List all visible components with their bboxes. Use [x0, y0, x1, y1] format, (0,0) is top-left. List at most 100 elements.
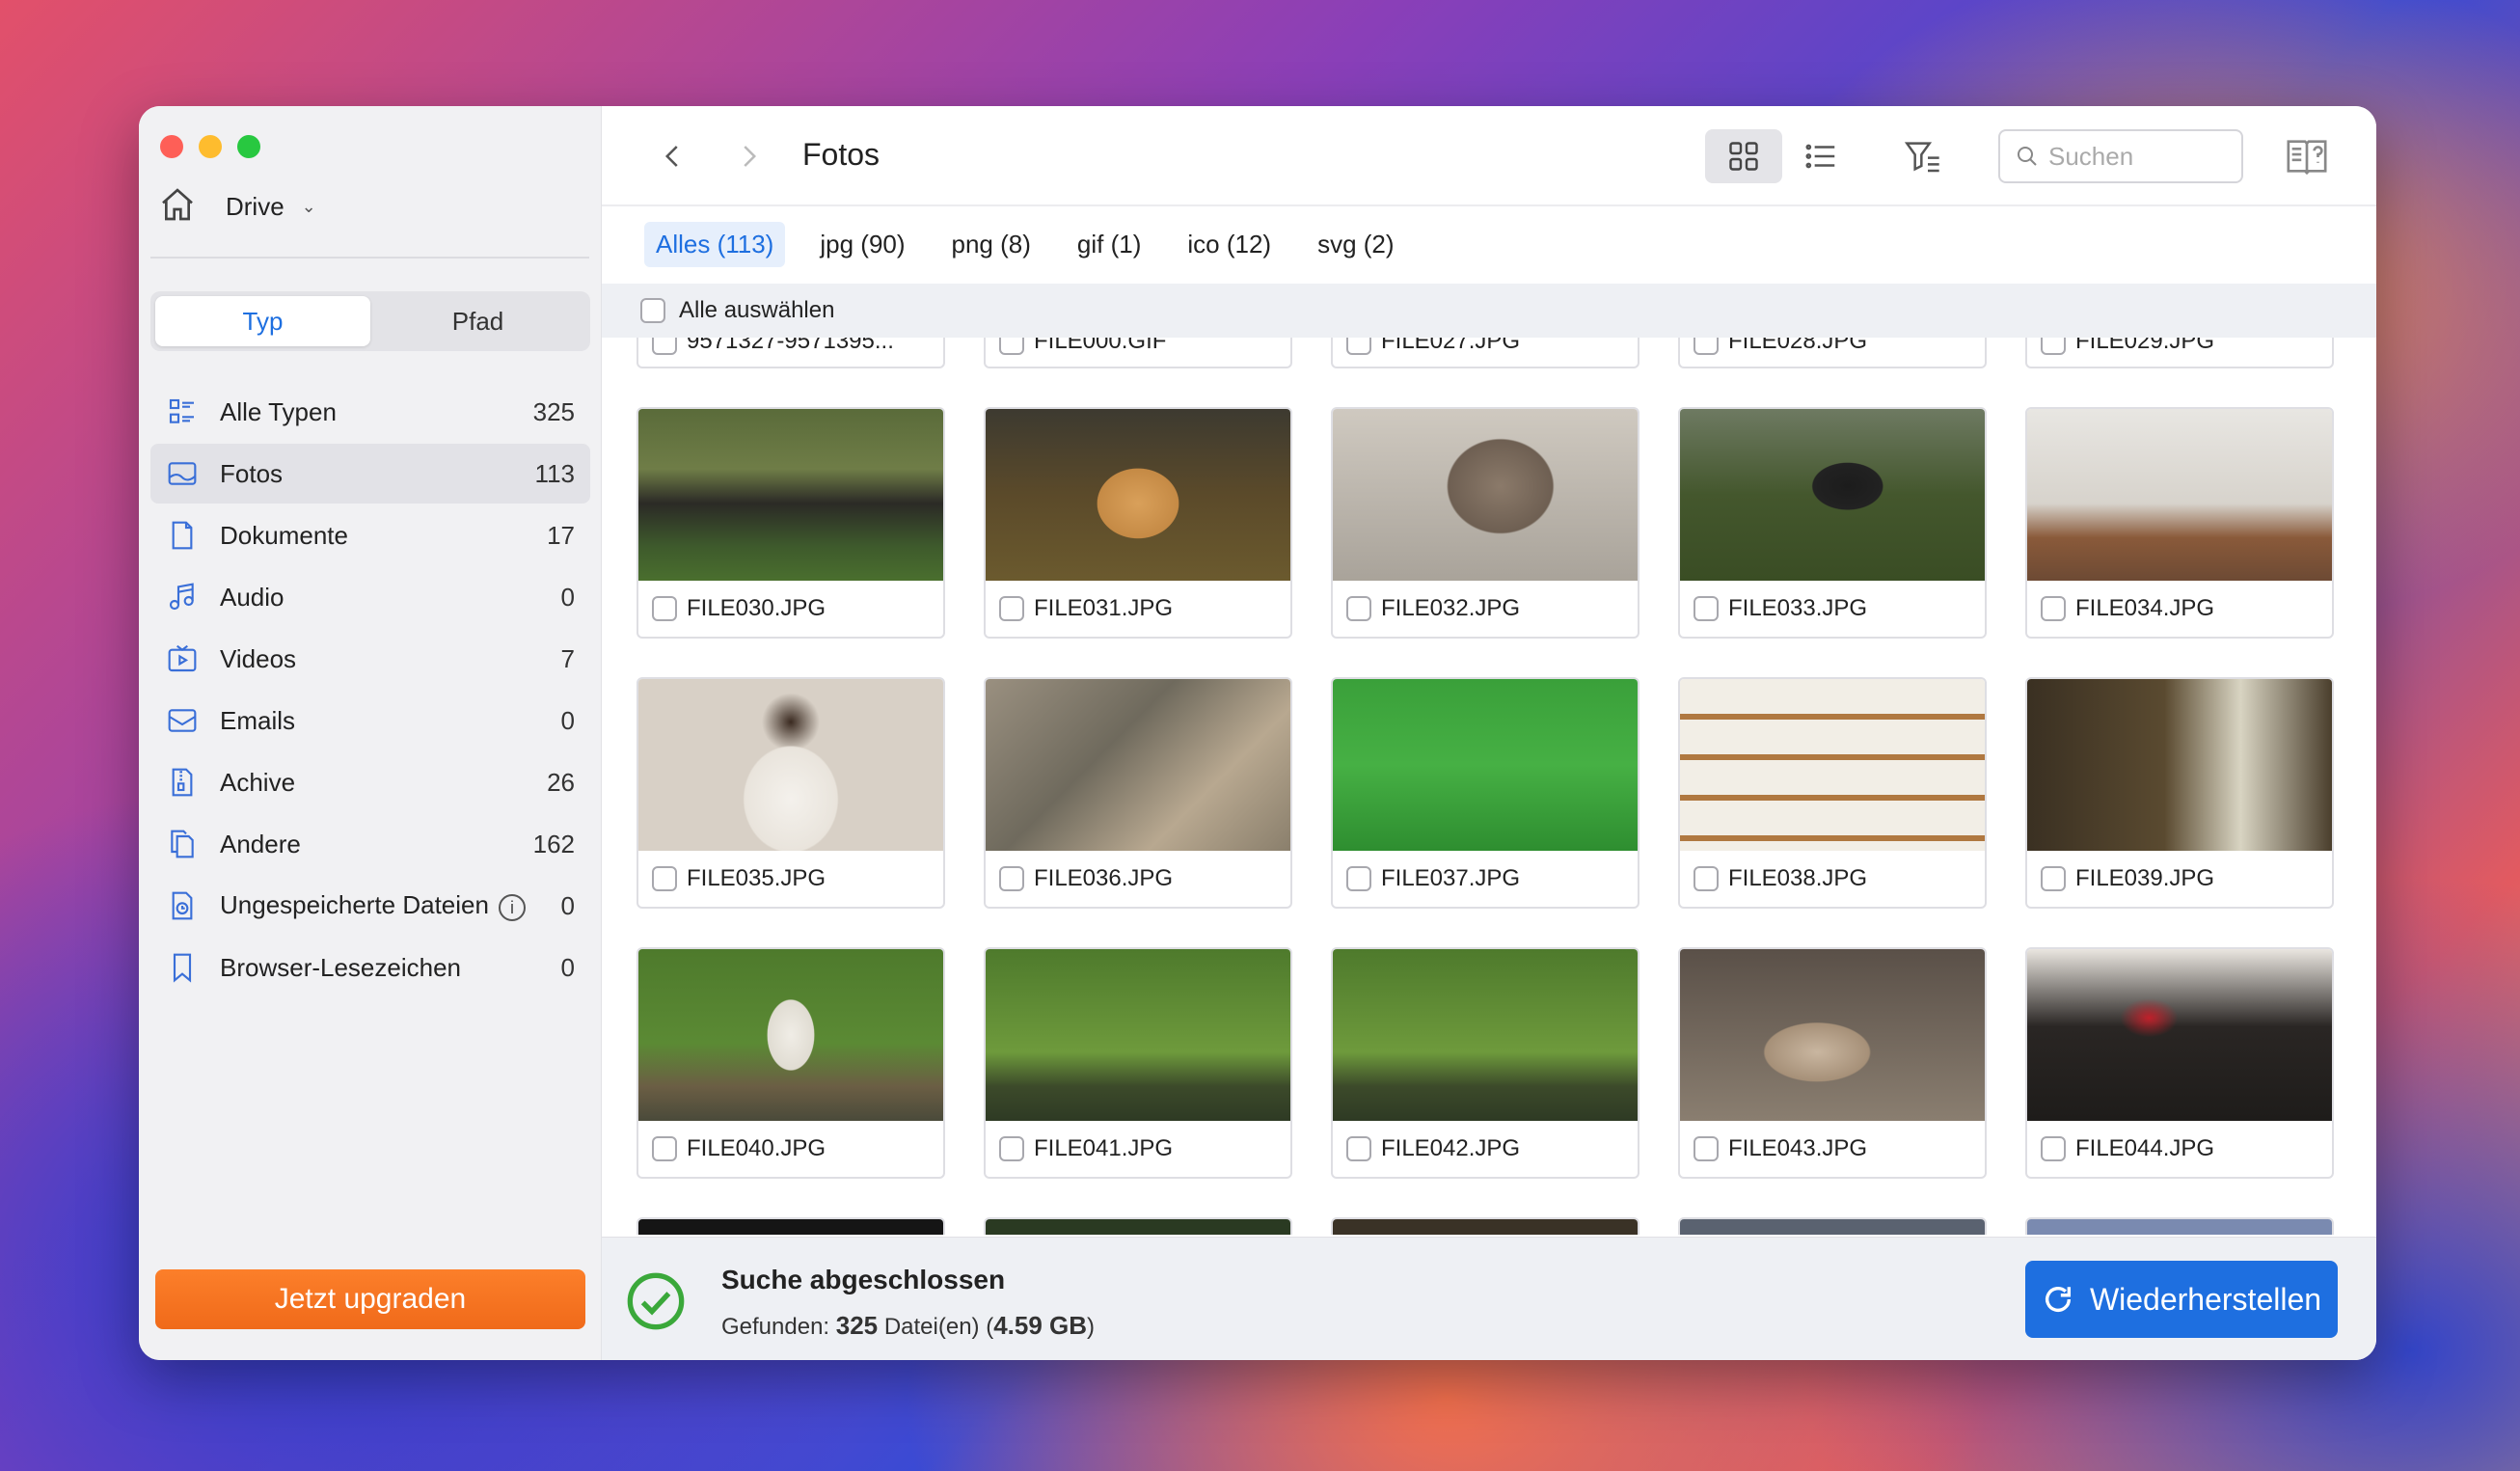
category-other[interactable]: Andere 162 — [150, 814, 590, 874]
toolbar: Fotos — [602, 106, 2376, 206]
photo-thumbnail — [638, 679, 943, 851]
category-audio[interactable]: Audio 0 — [150, 567, 590, 627]
tab-ico[interactable]: ico (12) — [1176, 222, 1283, 267]
category-count: 17 — [547, 520, 575, 550]
file-card[interactable]: FILE033.JPG — [1678, 407, 1987, 639]
file-checkbox[interactable] — [1694, 596, 1719, 621]
file-card[interactable]: FILE035.JPG — [637, 677, 945, 909]
file-card[interactable]: FILE030.JPG — [637, 407, 945, 639]
segment-type[interactable]: Typ — [155, 296, 370, 346]
category-videos[interactable]: Videos 7 — [150, 629, 590, 689]
file-card[interactable]: FILE027.JPG — [1331, 338, 1639, 368]
search-field[interactable] — [1998, 129, 2243, 183]
file-card[interactable] — [984, 1217, 1292, 1235]
file-card[interactable] — [1331, 1217, 1639, 1235]
file-checkbox[interactable] — [2041, 1136, 2066, 1161]
category-archives[interactable]: Achive 26 — [150, 752, 590, 812]
app-window: Drive ⌄ Typ Pfad Alle Typen 325 Fotos 11… — [139, 106, 2376, 1360]
file-checkbox[interactable] — [1346, 338, 1371, 355]
file-card[interactable]: FILE040.JPG — [637, 947, 945, 1179]
file-card[interactable]: FILE038.JPG — [1678, 677, 1987, 909]
file-name: FILE031.JPG — [1034, 595, 1174, 621]
file-card[interactable]: FILE036.JPG — [984, 677, 1292, 909]
help-book-button[interactable] — [2280, 129, 2334, 183]
tab-gif[interactable]: gif (1) — [1066, 222, 1152, 267]
info-icon[interactable]: i — [498, 894, 526, 922]
file-card[interactable]: FILE043.JPG — [1678, 947, 1987, 1179]
file-card[interactable]: FILE044.JPG — [2025, 947, 2334, 1179]
file-card[interactable]: FILE042.JPG — [1331, 947, 1639, 1179]
category-browser-bookmarks[interactable]: Browser-Lesezeichen 0 — [150, 938, 590, 997]
photo-thumbnail — [1333, 1219, 1638, 1235]
tab-jpg[interactable]: jpg (90) — [808, 222, 916, 267]
tab-svg[interactable]: svg (2) — [1306, 222, 1405, 267]
grid-row: 9571327-9571395... FILE000.GIF FILE027.J… — [637, 338, 2344, 368]
drive-label[interactable]: Drive — [226, 192, 285, 222]
file-checkbox[interactable] — [1346, 1136, 1371, 1161]
file-card[interactable] — [637, 1217, 945, 1235]
forward-button[interactable] — [727, 135, 770, 177]
category-list: Alle Typen 325 Fotos 113 Dokumente 17 Au… — [150, 382, 590, 999]
select-all-checkbox[interactable] — [640, 298, 665, 323]
restore-button[interactable]: Wiederherstellen — [2025, 1261, 2338, 1338]
tab-all[interactable]: Alles (113) — [644, 222, 786, 267]
photo-thumbnail — [986, 409, 1290, 581]
file-name: FILE041.JPG — [1034, 1135, 1174, 1161]
filter-button[interactable] — [1894, 129, 1952, 183]
file-checkbox[interactable] — [652, 1136, 677, 1161]
grid-view-button[interactable] — [1705, 129, 1782, 183]
file-name: FILE035.JPG — [687, 865, 826, 891]
file-card[interactable] — [1678, 1217, 1987, 1235]
file-card[interactable]: 9571327-9571395... — [637, 338, 945, 368]
category-documents[interactable]: Dokumente 17 — [150, 505, 590, 565]
file-checkbox[interactable] — [2041, 338, 2066, 355]
file-card[interactable]: FILE034.JPG — [2025, 407, 2334, 639]
file-card[interactable]: FILE039.JPG — [2025, 677, 2334, 909]
back-button[interactable] — [652, 135, 694, 177]
segment-path[interactable]: Pfad — [370, 296, 585, 346]
category-emails[interactable]: Emails 0 — [150, 691, 590, 750]
upgrade-button[interactable]: Jetzt upgraden — [155, 1269, 585, 1329]
file-card[interactable]: FILE041.JPG — [984, 947, 1292, 1179]
chevron-down-icon[interactable]: ⌄ — [302, 197, 316, 217]
search-input[interactable] — [2048, 141, 2232, 172]
category-photos[interactable]: Fotos 113 — [150, 444, 590, 504]
file-checkbox[interactable] — [999, 1136, 1024, 1161]
file-checkbox[interactable] — [1346, 866, 1371, 891]
tab-png[interactable]: png (8) — [940, 222, 1043, 267]
file-checkbox[interactable] — [652, 866, 677, 891]
file-checkbox[interactable] — [999, 338, 1024, 355]
close-window-button[interactable] — [160, 135, 183, 158]
file-card[interactable]: FILE029.JPG — [2025, 338, 2334, 368]
file-checkbox[interactable] — [1346, 596, 1371, 621]
file-name: FILE042.JPG — [1381, 1135, 1521, 1161]
file-card[interactable] — [2025, 1217, 2334, 1235]
file-checkbox[interactable] — [652, 596, 677, 621]
file-checkbox[interactable] — [2041, 596, 2066, 621]
file-checkbox[interactable] — [652, 338, 677, 355]
home-icon[interactable] — [158, 185, 197, 229]
category-all-types[interactable]: Alle Typen 325 — [150, 382, 590, 442]
file-card[interactable]: FILE031.JPG — [984, 407, 1292, 639]
file-card[interactable]: FILE032.JPG — [1331, 407, 1639, 639]
file-checkbox[interactable] — [2041, 866, 2066, 891]
file-checkbox[interactable] — [1694, 338, 1719, 355]
file-card[interactable]: FILE037.JPG — [1331, 677, 1639, 909]
zoom-window-button[interactable] — [237, 135, 260, 158]
found-unit: Datei(en) — [883, 1314, 980, 1340]
category-unsaved-files[interactable]: Ungespeicherte Dateien i 0 — [150, 876, 590, 936]
file-checkbox[interactable] — [1694, 1136, 1719, 1161]
file-grid-viewport[interactable]: 9571327-9571395... FILE000.GIF FILE027.J… — [602, 338, 2376, 1235]
category-count: 0 — [560, 952, 575, 982]
file-checkbox[interactable] — [999, 866, 1024, 891]
minimize-window-button[interactable] — [199, 135, 222, 158]
file-card[interactable]: FILE028.JPG — [1678, 338, 1987, 368]
category-label: Emails — [220, 705, 296, 735]
drive-selector[interactable]: Drive ⌄ — [158, 185, 316, 229]
list-view-button[interactable] — [1782, 129, 1859, 183]
file-checkbox[interactable] — [1694, 866, 1719, 891]
file-checkbox[interactable] — [999, 596, 1024, 621]
file-card[interactable]: FILE000.GIF — [984, 338, 1292, 368]
photo-thumbnail — [986, 1219, 1290, 1235]
music-icon — [166, 581, 199, 613]
